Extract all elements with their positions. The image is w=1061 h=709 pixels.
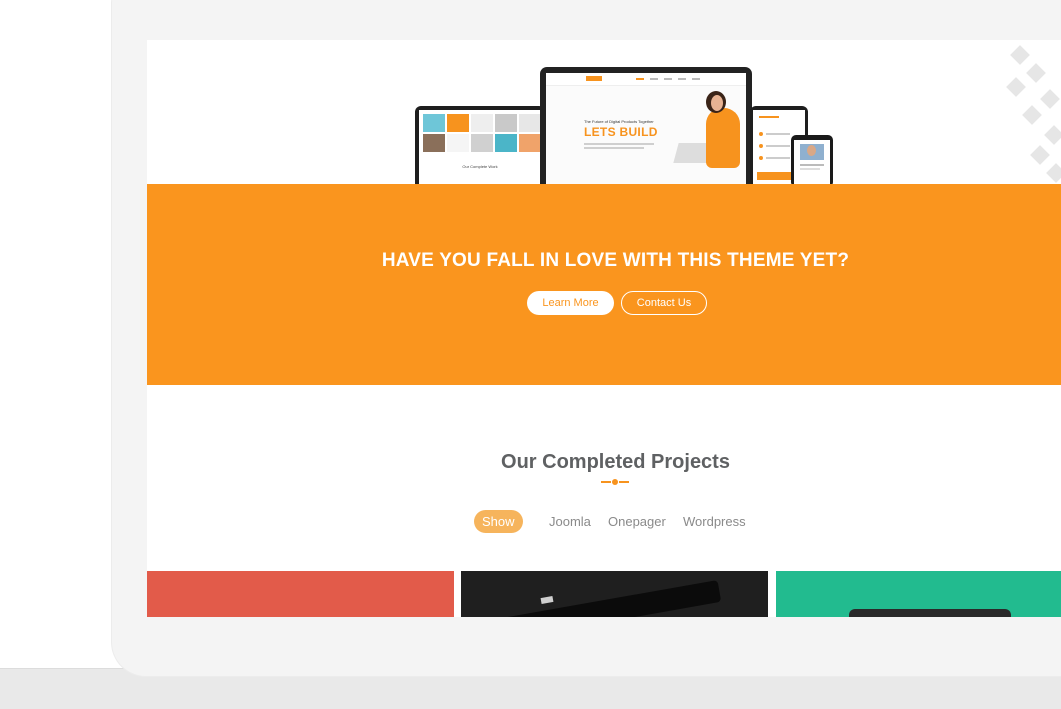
mockup-text-line (766, 133, 790, 135)
project-tile[interactable] (776, 571, 1061, 617)
filter-onepager[interactable]: Onepager (608, 510, 666, 533)
divider-dot (612, 479, 618, 485)
mockup-menu-item (692, 78, 700, 80)
phone-screen (794, 140, 830, 184)
mockup-menu-item (664, 78, 672, 80)
phone-mockup (791, 135, 833, 184)
mockup-subheading: The Future of Digital Products Together (584, 119, 654, 124)
browser-viewport[interactable]: Our Complete Work The Future of Digital … (147, 40, 1061, 617)
mockup-person-face (711, 95, 723, 111)
project-tile[interactable] (147, 571, 454, 617)
mockup-bullet (759, 144, 763, 148)
gallery-thumb (495, 134, 517, 152)
learn-more-button[interactable]: Learn More (527, 291, 614, 315)
gallery-thumb (471, 114, 493, 132)
gallery-thumb (447, 134, 469, 152)
projects-title: Our Completed Projects (501, 451, 730, 473)
mockup-logo (586, 76, 602, 81)
cta-title: HAVE YOU FALL IN LOVE WITH THIS THEME YE… (381, 250, 850, 271)
gallery-thumb (423, 134, 445, 152)
filter-show-all[interactable]: Show All (474, 510, 523, 552)
tablet-screen: Our Complete Work (419, 110, 541, 184)
pixel-decoration (1046, 163, 1061, 183)
monitor-screen: The Future of Digital Products Together … (546, 73, 746, 184)
pixel-decoration (1010, 45, 1030, 65)
mockup-text-line (800, 164, 824, 166)
pixel-decoration (1040, 89, 1060, 109)
mockup-text-line (584, 147, 644, 149)
pixel-decoration (1006, 77, 1026, 97)
divider-line (601, 481, 611, 483)
gallery-thumb (423, 114, 445, 132)
mockup-person-image (706, 108, 740, 168)
project-tile[interactable] (461, 571, 768, 617)
phone-photo-face (807, 145, 816, 156)
contact-us-button[interactable]: Contact Us (621, 291, 707, 315)
gallery-thumb (519, 114, 541, 132)
mockup-menu-item (678, 78, 686, 80)
desktop-monitor-mockup: The Future of Digital Products Together … (540, 67, 752, 184)
pen-image (500, 580, 722, 617)
mockup-menu-item (636, 78, 644, 80)
pixel-decoration (1030, 145, 1050, 165)
gallery-thumb (471, 134, 493, 152)
mockup-bullet (759, 156, 763, 160)
gallery-thumb (495, 114, 517, 132)
filter-joomla[interactable]: Joomla (549, 510, 591, 533)
device-image (849, 609, 1011, 617)
tablet-mockup-left: Our Complete Work (415, 106, 545, 184)
gallery-thumb (519, 134, 541, 152)
mockup-menu-item (650, 78, 658, 80)
pixel-decoration (1026, 63, 1046, 83)
divider-line (619, 481, 629, 483)
mockup-text-line (584, 143, 654, 145)
mockup-heading: LETS BUILD (584, 125, 658, 139)
filter-wordpress[interactable]: Wordpress (683, 510, 746, 533)
pen-clip-image (540, 596, 554, 604)
pixel-decoration (1022, 105, 1042, 125)
mockup-navbar (546, 73, 746, 86)
cta-banner: HAVE YOU FALL IN LOVE WITH THIS THEME YE… (147, 184, 1061, 385)
mockup-text-line (766, 145, 790, 147)
pixel-decoration (1044, 125, 1061, 145)
mockup-bullet (759, 132, 763, 136)
title-divider (601, 479, 629, 485)
gallery-thumb (447, 114, 469, 132)
device-showcase: Our Complete Work The Future of Digital … (147, 40, 1061, 184)
mockup-text-line (766, 157, 790, 159)
mockup-text-line (800, 168, 820, 170)
mockup-text-line (759, 116, 779, 118)
tablet-caption: Our Complete Work (462, 164, 498, 169)
